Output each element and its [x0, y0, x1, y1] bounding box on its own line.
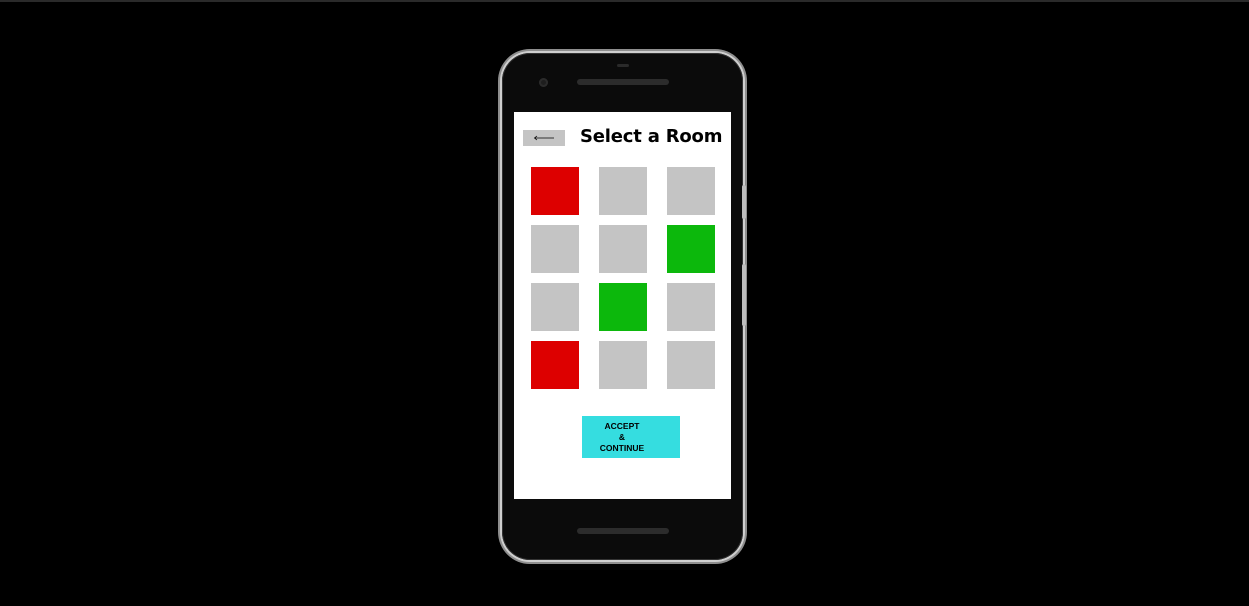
room-tile-available[interactable]	[599, 225, 647, 273]
device-stage: Select a Room ACCEPT & CONTINUE	[0, 0, 1249, 606]
room-tile-available[interactable]	[531, 225, 579, 273]
earpiece-speaker	[577, 79, 669, 85]
room-tile-selected[interactable]	[667, 225, 715, 273]
room-tile-available[interactable]	[667, 167, 715, 215]
page-title: Select a Room	[580, 126, 723, 147]
proximity-sensor	[617, 64, 629, 67]
arrow-left-icon	[533, 135, 554, 141]
accept-continue-button[interactable]: ACCEPT & CONTINUE	[582, 416, 680, 458]
room-tile-selected[interactable]	[599, 283, 647, 331]
room-tile-unavailable[interactable]	[531, 341, 579, 389]
room-tile-available[interactable]	[667, 341, 715, 389]
room-tile-available[interactable]	[599, 341, 647, 389]
room-tile-unavailable[interactable]	[531, 167, 579, 215]
phone-screen: Select a Room ACCEPT & CONTINUE	[514, 112, 731, 499]
front-camera-icon	[539, 78, 548, 87]
volume-button	[742, 264, 746, 326]
accept-continue-label: ACCEPT & CONTINUE	[599, 420, 645, 453]
room-tile-available[interactable]	[531, 283, 579, 331]
back-button[interactable]	[523, 130, 565, 146]
room-tile-available[interactable]	[667, 283, 715, 331]
room-grid	[531, 167, 715, 389]
bottom-speaker	[577, 528, 669, 534]
power-button	[742, 185, 746, 219]
room-tile-available[interactable]	[599, 167, 647, 215]
